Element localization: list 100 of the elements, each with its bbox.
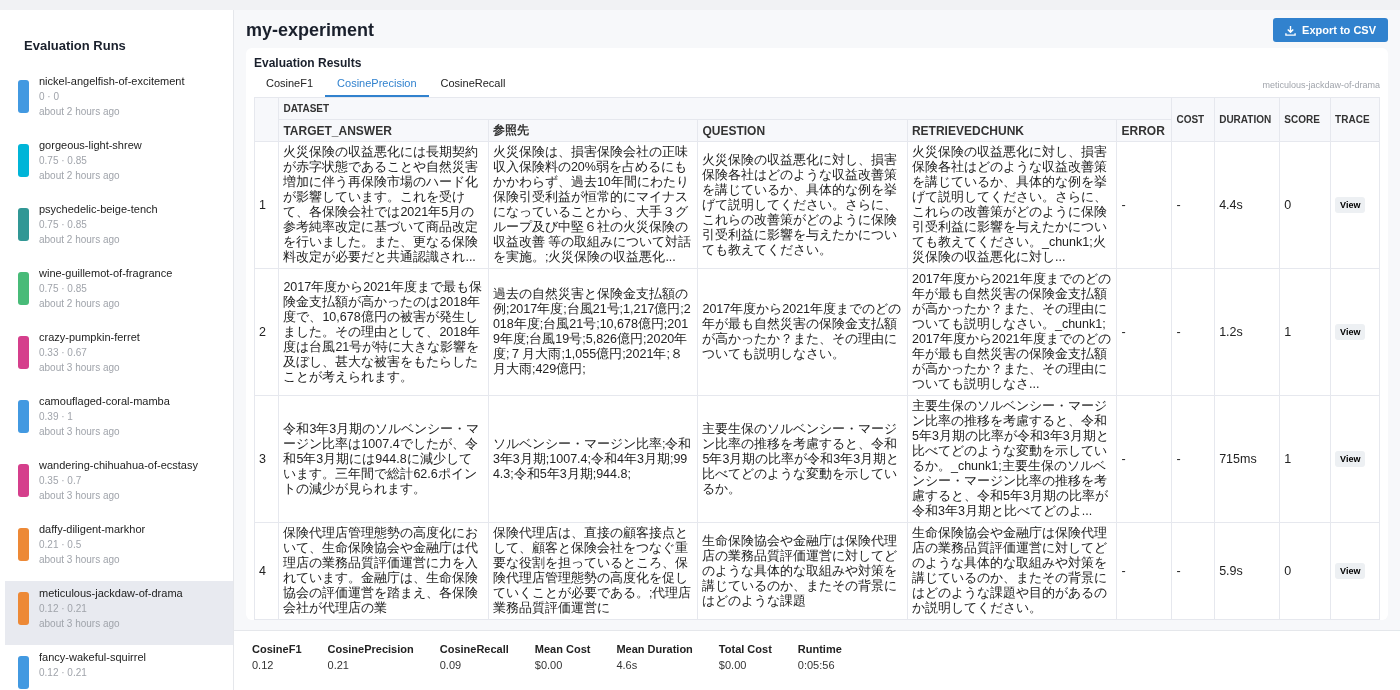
table-cell: 令和3年3月期のソルベンシー・マージン比率は1007.4でしたが、令和5年3月期には944.8に減少しています。三年間で総計62.6ポイントの減少が見られます。 <box>278 395 489 523</box>
view-button[interactable]: View <box>1335 197 1366 213</box>
table-cell: 4.4s <box>1214 141 1280 269</box>
table-cell: 火災保険の収益悪化には長期契約が赤字状態であることや自然災害増加に伴う再保険市場のハード化が影響しています。これを受けて、各保険会社では2021年5月の参考純率改定に基づいて商品改定を行いました。また、更なる保険料改定が必要だと共通認識され... <box>278 141 489 269</box>
run-item[interactable]: fancy-wakeful-squirrel 0.12 · 0.21 <box>5 645 233 690</box>
column-header: DATASET <box>278 97 1172 120</box>
run-scores: 0.12 · 0.21 <box>39 666 88 680</box>
sidebar-title: Evaluation Runs <box>24 38 127 53</box>
run-item[interactable]: nickel-angelfish-of-excitement 0 · 0 about 2 hours ago <box>5 69 233 133</box>
run-scores: 0.33 · 0.67 <box>39 346 88 360</box>
metric-label: Total Cost <box>718 643 772 655</box>
run-name: psychedelic-beige-tench <box>39 202 158 217</box>
table-cell: 保険代理店管理態勢の高度化において、生命保険協会や金融庁は代理店の業務品質評価運営に力を入れています。金融庁は、生命保険協会の評価運営を踏まえ、各保険会社が代理店の業 <box>278 522 489 620</box>
table-cell: - <box>1116 395 1172 523</box>
run-name: wandering-chihuahua-of-ecstasy <box>39 458 198 473</box>
table-cell: 2017年度から2021年度までのどの年が最も自然災害の保険金支払額が高かったか？また、その理由についても説明しなさい。 <box>697 268 908 396</box>
metric-value: 0.12 <box>252 659 275 671</box>
table-cell: 主要生保のソルベンシー・マージン比率の推移を考慮すると、令和5年3月期の比率が令和3年3月期と比べてどのような変動を示しているか。 <box>697 395 908 523</box>
table-cell: 火災保険の収益悪化に対し、損害保険各社はどのような収益改善策を講じているか、具体的な例を挙げて説明してください。さらに、これらの改善策がどのように保険引受利益に影響を与えたかについても教えてください。_chunk1;火災保険の収益悪化に対し... <box>907 141 1117 269</box>
metric-label: Mean Duration <box>616 643 693 655</box>
table-cell: - <box>1171 268 1215 396</box>
run-scores: 0.12 · 0.21 <box>39 602 88 616</box>
metric-label: Mean Cost <box>534 643 591 655</box>
download-icon <box>1285 24 1297 36</box>
metric-value: $0.00 <box>718 659 748 671</box>
run-time: about 3 hours ago <box>39 425 121 439</box>
run-item[interactable]: camouflaged-coral-mamba 0.39 · 1 about 3 hours ago <box>5 389 233 453</box>
table-cell: 0 <box>1279 141 1331 269</box>
table-cell: 2017年度から2021年度まで最も保険金支払額が高かったのは2018年度で、10,678億円の被害が発生しました。その理由として、2018年度は台風21号が特に大きな影響を及ぼし、甚大な被害をもたらしたことが考えられます。 <box>278 268 489 396</box>
view-button[interactable]: View <box>1335 563 1366 579</box>
run-name: wine-guillemot-of-fragrance <box>39 266 173 281</box>
run-scores: 0.35 · 0.7 <box>39 474 83 488</box>
table-cell: 1 <box>1279 268 1331 396</box>
table-cell: 1.2s <box>1214 268 1280 396</box>
table-cell: 火災保険の収益悪化に対し、損害保険各社はどのような収益改善策を講じているか、具体的な例を挙げて説明してください。さらに、これらの改善策がどのように保険引受利益に影響を与えたかについても教えてください。 <box>697 141 908 269</box>
run-name: daffy-diligent-markhor <box>39 522 146 537</box>
run-item[interactable]: psychedelic-beige-tench 0.75 · 0.85 about 2 hours ago <box>5 197 233 261</box>
metric-value: 0.21 <box>327 659 350 671</box>
run-name: nickel-angelfish-of-excitement <box>39 74 185 89</box>
run-item[interactable]: wine-guillemot-of-fragrance 0.75 · 0.85 about 2 hours ago <box>5 261 233 325</box>
column-header: SCORE <box>1279 97 1331 142</box>
run-item[interactable]: meticulous-jackdaw-of-drama 0.12 · 0.21 about 3 hours ago <box>5 581 233 645</box>
run-time: about 3 hours ago <box>39 617 121 631</box>
run-scores: 0.21 · 0.5 <box>39 538 83 552</box>
table-cell: 0 <box>1279 522 1331 620</box>
run-name: fancy-wakeful-squirrel <box>39 650 146 665</box>
run-time: about 3 hours ago <box>39 361 121 375</box>
table-cell: 1 <box>1279 395 1331 523</box>
table-cell: - <box>1171 395 1215 523</box>
run-item[interactable]: wandering-chihuahua-of-ecstasy 0.35 · 0.7 about 3 hours ago <box>5 453 233 517</box>
table-cell: 5.9s <box>1214 522 1280 620</box>
row-index: 1 <box>254 141 279 269</box>
column-header: DURATION <box>1214 97 1280 142</box>
table-cell: 715ms <box>1214 395 1280 523</box>
table-cell: - <box>1116 522 1172 620</box>
table-cell: 2017年度から2021年度までのどの年が最も自然災害の保険金支払額が高かったか？また、その理由についても説明しなさい。_chunk1;2017年度から2021年度までのどの年が最も自然災害の保険金支払額が高かったか？また、その理由についても説明しなさ... <box>907 268 1117 396</box>
table-cell: ソルベンシー・マージン比率;令和3年3月期;1007.4;令和4年3月期;994.3;令和5年3月期;944.8; <box>488 395 698 523</box>
metric-label: CosineRecall <box>439 643 509 655</box>
column-header: 参照先 <box>488 119 698 142</box>
run-time: about 3 hours ago <box>39 489 121 503</box>
run-scores: 0 · 0 <box>39 90 60 104</box>
metric-tab[interactable]: CosineF1 <box>254 72 326 97</box>
run-item[interactable]: daffy-diligent-markhor 0.21 · 0.5 about 3 hours ago <box>5 517 233 581</box>
row-index: 4 <box>254 522 279 620</box>
table-cell: 保険代理店は、直接の顧客接点として、顧客と保険会社をつなぐ重要な役割を担っているところ、保険代理店管理態勢の高度化を促していくことが必要である。;代理店業務品質評価運営に <box>488 522 698 620</box>
metric-label: CosinePrecision <box>327 643 414 655</box>
run-item[interactable]: gorgeous-light-shrew 0.75 · 0.85 about 2 hours ago <box>5 133 233 197</box>
results-title: Evaluation Results <box>254 56 363 70</box>
view-button[interactable]: View <box>1335 451 1366 467</box>
run-label: meticulous-jackdaw-of-drama <box>1262 79 1380 90</box>
metric-value: 4.6s <box>616 659 639 671</box>
table-cell: - <box>1171 141 1215 269</box>
run-time: about 2 hours ago <box>39 105 121 119</box>
run-time: about 3 hours ago <box>39 553 121 567</box>
table-cell: 主要生保のソルベンシー・マージン比率の推移を考慮すると、令和5年3月期の比率が令和3年3月期と比べてどのような変動を示しているか。_chunk1;主要生保のソルベンシー・マージン比率の推移を考慮すると、令和5年3月期の比率が令和3年3月期と比べてどのよ... <box>907 395 1117 523</box>
view-button[interactable]: View <box>1335 324 1366 340</box>
row-index: 2 <box>254 268 279 396</box>
metric-label: CosineF1 <box>252 643 302 655</box>
column-header: RETRIEVEDCHUNK <box>907 119 1117 142</box>
row-index: 3 <box>254 395 279 523</box>
run-time: about 2 hours ago <box>39 297 121 311</box>
page-title: my-experiment <box>246 19 375 41</box>
column-header: QUESTION <box>697 119 908 142</box>
column-header: TARGET_ANSWER <box>278 119 489 142</box>
run-name: meticulous-jackdaw-of-drama <box>39 586 183 601</box>
metric-tab[interactable]: CosineRecall <box>428 72 518 97</box>
table-cell: 過去の自然災害と保険金支払額の例;2017年度;台風21号;1,217億円;2018年度;台風21号;10,678億円;2019年度;台風19号;5,826億円;2020年度;７月大雨;1,055億円;2021年;８月大雨;429億円; <box>488 268 698 396</box>
run-scores: 0.75 · 0.85 <box>39 218 88 232</box>
table-cell: - <box>1116 141 1172 269</box>
table-cell: 火災保険は、損害保険会社の正味収入保険料の20%弱を占めるにもかかわらず、過去10年間にわたり保険引受利益が恒常的にマイナスになっていることから、大手３グループ及び中堅６社の火災保険の収益改善 等の取組みについて対話を実施。;火災保険の収益悪化... <box>488 141 698 269</box>
run-scores: 0.75 · 0.85 <box>39 282 88 296</box>
metric-value: 0:05:56 <box>797 659 836 671</box>
metric-value: $0.00 <box>534 659 564 671</box>
run-scores: 0.75 · 0.85 <box>39 154 88 168</box>
run-item[interactable]: crazy-pumpkin-ferret 0.33 · 0.67 about 3 hours ago <box>5 325 233 389</box>
run-name: crazy-pumpkin-ferret <box>39 330 140 345</box>
export-button[interactable]: Export to CSV <box>1273 18 1388 42</box>
column-header: COST <box>1171 97 1215 142</box>
metric-value: 0.09 <box>439 659 463 671</box>
table-cell: - <box>1171 522 1215 620</box>
